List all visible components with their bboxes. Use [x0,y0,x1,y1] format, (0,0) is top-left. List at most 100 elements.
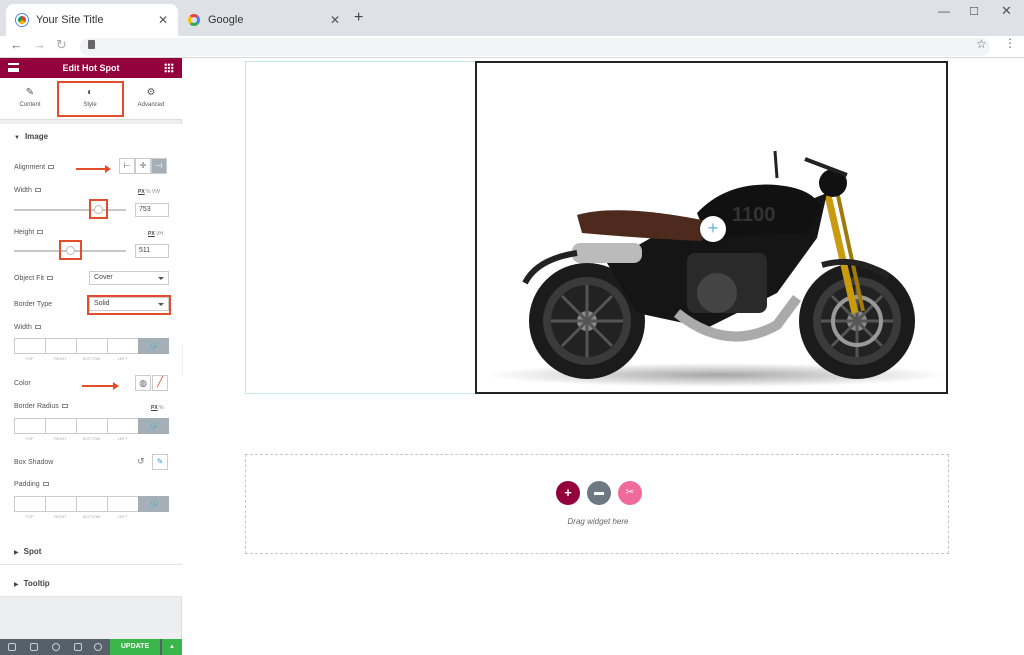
dim-bottom-input[interactable] [76,338,108,354]
url-input[interactable] [80,38,990,56]
width-input[interactable]: 753 [135,203,169,217]
label-text: Box Shadow [14,459,54,466]
dim-top-input[interactable] [14,418,46,434]
align-right-button[interactable]: ⊣ [151,158,167,174]
responsive-icon[interactable] [74,643,82,651]
unit-percent[interactable]: % [146,189,150,195]
browser-tab-bar: Your Site Title ✕ Google ✕ + — ☐ ✕ [0,0,1024,36]
label-text: Object Fit [14,275,44,282]
section-tooltip-title: ▶ Tooltip [14,579,50,588]
monitor-icon[interactable] [34,188,41,193]
section-spot[interactable]: ▶ Spot [0,539,182,565]
unit-percent[interactable]: % [159,405,163,411]
dim-top-input[interactable] [14,338,46,354]
global-colors-icon[interactable]: ◍ [135,375,151,391]
width-slider[interactable] [14,209,126,211]
tab-your-site-title[interactable]: Your Site Title ✕ [6,4,178,36]
dim-right-input[interactable] [45,496,77,512]
section-tooltip[interactable]: ▶ Tooltip [0,571,182,597]
border-radius-dimensions: 🔗 [14,418,169,434]
hotspot-image-widget[interactable]: 1100 + [475,61,948,394]
close-icon[interactable]: ✕ [158,13,168,27]
link-icon[interactable]: 🔗 [138,496,169,512]
new-tab-icon[interactable]: + [354,9,363,27]
box-shadow-label: Box Shadow [14,459,53,466]
bookmark-star-icon[interactable]: ☆ [976,37,987,51]
monitor-icon[interactable] [61,404,68,409]
unit-px[interactable]: PX [138,189,145,195]
dim-left-input[interactable] [107,496,139,512]
update-options-icon[interactable]: ▲ [162,639,182,655]
empty-column[interactable] [245,61,477,394]
section-image-title[interactable]: ▼ Image [14,132,48,141]
align-left-button[interactable]: ⊢ [119,158,135,174]
pencil-icon: ✎ [25,87,35,98]
close-icon[interactable]: ✕ [330,13,340,27]
edit-pencil-icon[interactable]: ✎ [152,454,168,470]
hotspot-plus-icon[interactable]: + [700,216,726,242]
template-library-button[interactable]: ▬ [587,481,611,505]
maximize-icon[interactable]: ☐ [969,5,979,18]
dim-label: RIGHT [54,436,67,441]
back-icon[interactable]: ← [10,37,23,52]
unit-vw[interactable]: VW [152,189,160,195]
gear-icon: ⚙ [146,87,156,98]
monitor-icon[interactable] [34,325,41,330]
add-section-button[interactable]: + [556,481,580,505]
color-picker-empty-icon[interactable]: ╱ [152,375,168,391]
dim-right-input[interactable] [45,418,77,434]
radius-units[interactable]: PX % [151,405,164,411]
reset-icon[interactable]: ↺ [137,456,145,467]
monitor-icon[interactable] [42,482,49,487]
menu-kebab-icon[interactable]: ⋮ [1004,36,1016,50]
highlight-box [87,295,171,315]
label-text: Color [14,380,31,387]
caret-right-icon: ▶ [14,550,19,556]
object-fit-select[interactable]: Cover [89,271,169,285]
link-icon[interactable]: 🔗 [138,418,169,434]
link-icon[interactable]: 🔗 [138,338,169,354]
border-radius-label: Border Radius [14,403,68,410]
width-units[interactable]: PX % VW [138,189,160,195]
dim-top-input[interactable] [14,496,46,512]
addons-button[interactable]: ✂ [618,481,642,505]
minimize-icon[interactable]: — [938,4,950,18]
dim-label: TOP [25,436,34,441]
settings-icon[interactable] [8,643,16,651]
monitor-icon[interactable] [37,230,44,235]
monitor-icon[interactable] [46,276,53,281]
dim-left-input[interactable] [107,338,139,354]
section-spot-title: ▶ Spot [14,547,41,556]
dim-right-input[interactable] [45,338,77,354]
tab-content[interactable]: ✎ Content [0,78,60,120]
tab-advanced[interactable]: ⚙ Advanced [121,78,181,120]
panel-tabs: ✎ Content ◐ Style ⚙ Advanced [0,78,182,120]
dim-left-input[interactable] [107,418,139,434]
reload-icon[interactable]: ↻ [56,37,67,53]
caret-down-icon: ▼ [14,135,20,141]
tab-label: Advanced [137,102,165,108]
unit-px[interactable]: PX [151,405,158,411]
tank-logo: 1100 [732,204,775,226]
label-text: Padding [14,481,40,488]
layers-icon[interactable] [30,643,38,651]
alignment-label: Alignment [14,164,55,171]
preview-eye-icon[interactable] [94,643,102,651]
window-close-icon[interactable]: ✕ [1001,3,1012,19]
unit-px[interactable]: PX [148,231,155,237]
height-input[interactable]: 511 [135,244,169,258]
dim-bottom-input[interactable] [76,496,108,512]
update-button[interactable]: UPDATE [110,639,160,655]
drop-zone[interactable]: + ▬ ✂ Drag widget here [245,454,949,554]
unit-vh[interactable]: VH [156,231,163,237]
border-width-dimensions: 🔗 [14,338,169,354]
forward-icon[interactable]: → [33,37,46,52]
tab-google[interactable]: Google ✕ [178,4,350,36]
panel-title: Edit Hot Spot [62,63,120,73]
widgets-grid-icon[interactable] [164,63,174,73]
monitor-icon[interactable] [48,165,55,170]
align-center-button[interactable]: ✛ [135,158,151,174]
dim-bottom-input[interactable] [76,418,108,434]
height-units[interactable]: PX VH [148,231,163,237]
history-icon[interactable] [52,643,60,651]
